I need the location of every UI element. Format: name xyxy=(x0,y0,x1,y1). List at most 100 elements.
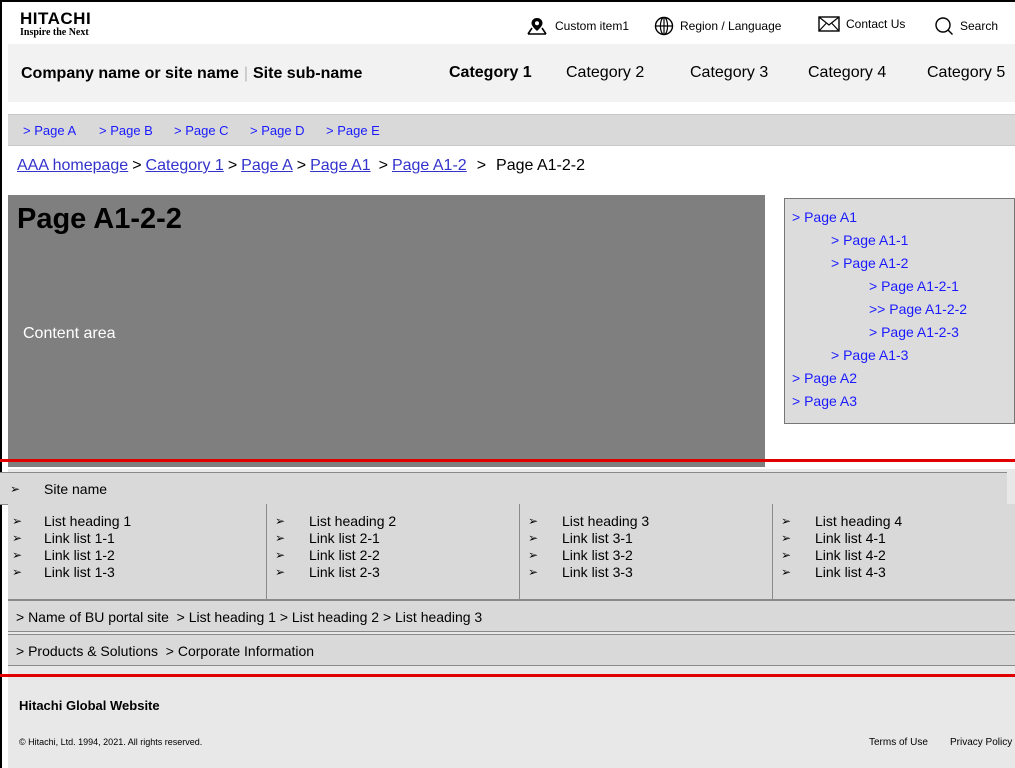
hitachi-logo[interactable]: HITACHI Inspire the Next xyxy=(20,10,91,38)
bullet-arrow-icon: ➢ xyxy=(528,548,539,562)
footer-link-3-1[interactable]: Link list 3-1 xyxy=(562,530,633,546)
bullet-arrow-icon: ➢ xyxy=(12,531,23,545)
bullet-arrow-icon: ➢ xyxy=(12,514,23,528)
local-nav: > Page A1 > Page A1-1 > Page A1-2 > Page… xyxy=(784,198,1015,424)
content-placeholder: Content area xyxy=(23,325,116,342)
footer-list-heading-3[interactable]: List heading 3 xyxy=(562,513,649,529)
footer-link-2-2[interactable]: Link list 2-2 xyxy=(309,547,380,563)
custom-item-link[interactable]: Custom item1 xyxy=(525,16,629,36)
breadcrumb-separator: > xyxy=(296,157,307,174)
hitachi-global-website-link[interactable]: Hitachi Global Website xyxy=(19,698,160,713)
terms-of-use-link[interactable]: Terms of Use xyxy=(869,737,928,748)
logo-brand: HITACHI xyxy=(20,9,92,28)
footer-link-4-2[interactable]: Link list 4-2 xyxy=(815,547,886,563)
bullet-arrow-icon: ➢ xyxy=(781,531,792,545)
breadcrumb-page-a[interactable]: Page A xyxy=(241,157,293,174)
footer-list-heading-1[interactable]: List heading 1 xyxy=(44,513,131,529)
envelope-icon xyxy=(818,16,840,32)
location-pin-icon xyxy=(527,18,547,35)
bullet-arrow-icon: ➢ xyxy=(781,514,792,528)
site-name-label: Company name or site name xyxy=(21,65,239,82)
nav-category-1[interactable]: Category 1 xyxy=(449,64,532,82)
local-nav-page-a1-2[interactable]: > Page A1-2 xyxy=(831,255,908,271)
red-divider-top xyxy=(0,459,1015,462)
divider: | xyxy=(243,65,248,82)
footer-link-2-1[interactable]: Link list 2-1 xyxy=(309,530,380,546)
footer-link-3-3[interactable]: Link list 3-3 xyxy=(562,564,633,580)
custom-item-label: Custom item1 xyxy=(555,19,630,33)
footer-corporate-row[interactable]: > Products & Solutions > Corporate Infor… xyxy=(8,634,1015,666)
footer-site-name-row[interactable]: ➢ Site name xyxy=(0,472,1007,505)
local-nav-page-a1-3[interactable]: > Page A1-3 xyxy=(831,347,908,363)
breadcrumb-separator: > xyxy=(227,157,238,174)
breadcrumb: AAA homepage > Category 1 > Page A > Page A1 > P… xyxy=(17,157,585,175)
logo-tagline: Inspire the Next xyxy=(20,27,89,38)
breadcrumb-separator: > xyxy=(476,157,487,174)
sub-nav: > Page A > Page B > Page C > Page D > Pa… xyxy=(8,114,1015,146)
footer-link-3-2[interactable]: Link list 3-2 xyxy=(562,547,633,563)
nav-category-4[interactable]: Category 4 xyxy=(808,64,886,82)
breadcrumb-separator: > xyxy=(378,157,388,174)
footer-list-heading-2[interactable]: List heading 2 xyxy=(309,513,396,529)
footer-link-1-1[interactable]: Link list 1-1 xyxy=(44,530,115,546)
local-nav-page-a1-2-2[interactable]: >> Page A1-2-2 xyxy=(869,301,967,317)
subnav-page-d[interactable]: > Page D xyxy=(250,123,305,138)
contact-us-link[interactable]: Contact Us xyxy=(818,16,905,32)
red-divider-bottom xyxy=(0,674,1015,677)
bullet-arrow-icon: ➢ xyxy=(10,482,21,496)
local-nav-page-a1[interactable]: > Page A1 xyxy=(792,209,857,225)
breadcrumb-current: Page A1-2-2 xyxy=(496,157,585,174)
subnav-page-c[interactable]: > Page C xyxy=(174,123,229,138)
bullet-arrow-icon: ➢ xyxy=(12,565,23,579)
breadcrumb-page-a1-2[interactable]: Page A1-2 xyxy=(392,157,467,174)
subnav-page-a[interactable]: > Page A xyxy=(23,123,76,138)
footer-link-2-3[interactable]: Link list 2-3 xyxy=(309,564,380,580)
footer-bu-portal-links: > Name of BU portal site > List heading … xyxy=(16,609,483,625)
breadcrumb-home[interactable]: AAA homepage xyxy=(17,157,128,174)
region-language-label: Region / Language xyxy=(680,19,782,33)
copyright-text: © Hitachi, Ltd. 1994, 2021. All rights r… xyxy=(19,737,203,747)
footer-column-3: ➢ List heading 3 ➢ Link list 3-1 ➢ Link lis… xyxy=(520,504,773,600)
bullet-arrow-icon: ➢ xyxy=(275,531,286,545)
local-nav-page-a2[interactable]: > Page A2 xyxy=(792,370,857,386)
nav-category-2[interactable]: Category 2 xyxy=(566,64,644,82)
local-nav-page-a1-2-3[interactable]: > Page A1-2-3 xyxy=(869,324,959,340)
site-sub-name-label: Site sub-name xyxy=(253,65,363,82)
subnav-page-e[interactable]: > Page E xyxy=(326,123,380,138)
region-language-link[interactable]: Region / Language xyxy=(654,16,781,36)
top-header: HITACHI Inspire the Next Custom item1 Re… xyxy=(8,2,1015,44)
breadcrumb-page-a1[interactable]: Page A1 xyxy=(310,157,371,174)
nav-category-3[interactable]: Category 3 xyxy=(690,64,768,82)
bullet-arrow-icon: ➢ xyxy=(781,565,792,579)
local-nav-page-a3[interactable]: > Page A3 xyxy=(792,393,857,409)
privacy-policy-link[interactable]: Privacy Policy xyxy=(950,737,1012,748)
main-nav: Company name or site name | Site sub-name … xyxy=(8,44,1015,102)
bullet-arrow-icon: ➢ xyxy=(12,548,23,562)
footer-column-1: ➢ List heading 1 ➢ Link list 1-1 ➢ Link lis… xyxy=(8,504,267,600)
bullet-arrow-icon: ➢ xyxy=(275,565,286,579)
nav-category-5[interactable]: Category 5 xyxy=(927,64,1005,82)
bullet-arrow-icon: ➢ xyxy=(275,514,286,528)
local-nav-page-a1-1[interactable]: > Page A1-1 xyxy=(831,232,908,248)
breadcrumb-separator: > xyxy=(132,157,142,174)
footer-column-4: ➢ List heading 4 ➢ Link list 4-1 ➢ Link lis… xyxy=(773,504,1015,600)
search-icon xyxy=(935,17,953,35)
search-link[interactable]: Search xyxy=(934,16,998,36)
content-area: Page A1-2-2 Content area xyxy=(8,195,765,467)
footer-link-1-2[interactable]: Link list 1-2 xyxy=(44,547,115,563)
subnav-page-b[interactable]: > Page B xyxy=(99,123,153,138)
search-label: Search xyxy=(960,19,999,33)
breadcrumb-category-1[interactable]: Category 1 xyxy=(146,157,224,174)
footer-link-4-3[interactable]: Link list 4-3 xyxy=(815,564,886,580)
footer-link-1-3[interactable]: Link list 1-3 xyxy=(44,564,115,580)
footer-bu-portal-row[interactable]: > Name of BU portal site > List heading … xyxy=(8,600,1015,632)
footer-site-name: Site name xyxy=(44,481,108,497)
site-name[interactable]: Company name or site name | Site sub-name xyxy=(21,65,362,83)
bullet-arrow-icon: ➢ xyxy=(528,514,539,528)
footer-list-heading-4[interactable]: List heading 4 xyxy=(815,513,902,529)
footer-column-2: ➢ List heading 2 ➢ Link list 2-1 ➢ Link lis… xyxy=(267,504,520,600)
page-title: Page A1-2-2 xyxy=(17,203,182,235)
bullet-arrow-icon: ➢ xyxy=(528,531,539,545)
local-nav-page-a1-2-1[interactable]: > Page A1-2-1 xyxy=(869,278,959,294)
footer-link-4-1[interactable]: Link list 4-1 xyxy=(815,530,886,546)
